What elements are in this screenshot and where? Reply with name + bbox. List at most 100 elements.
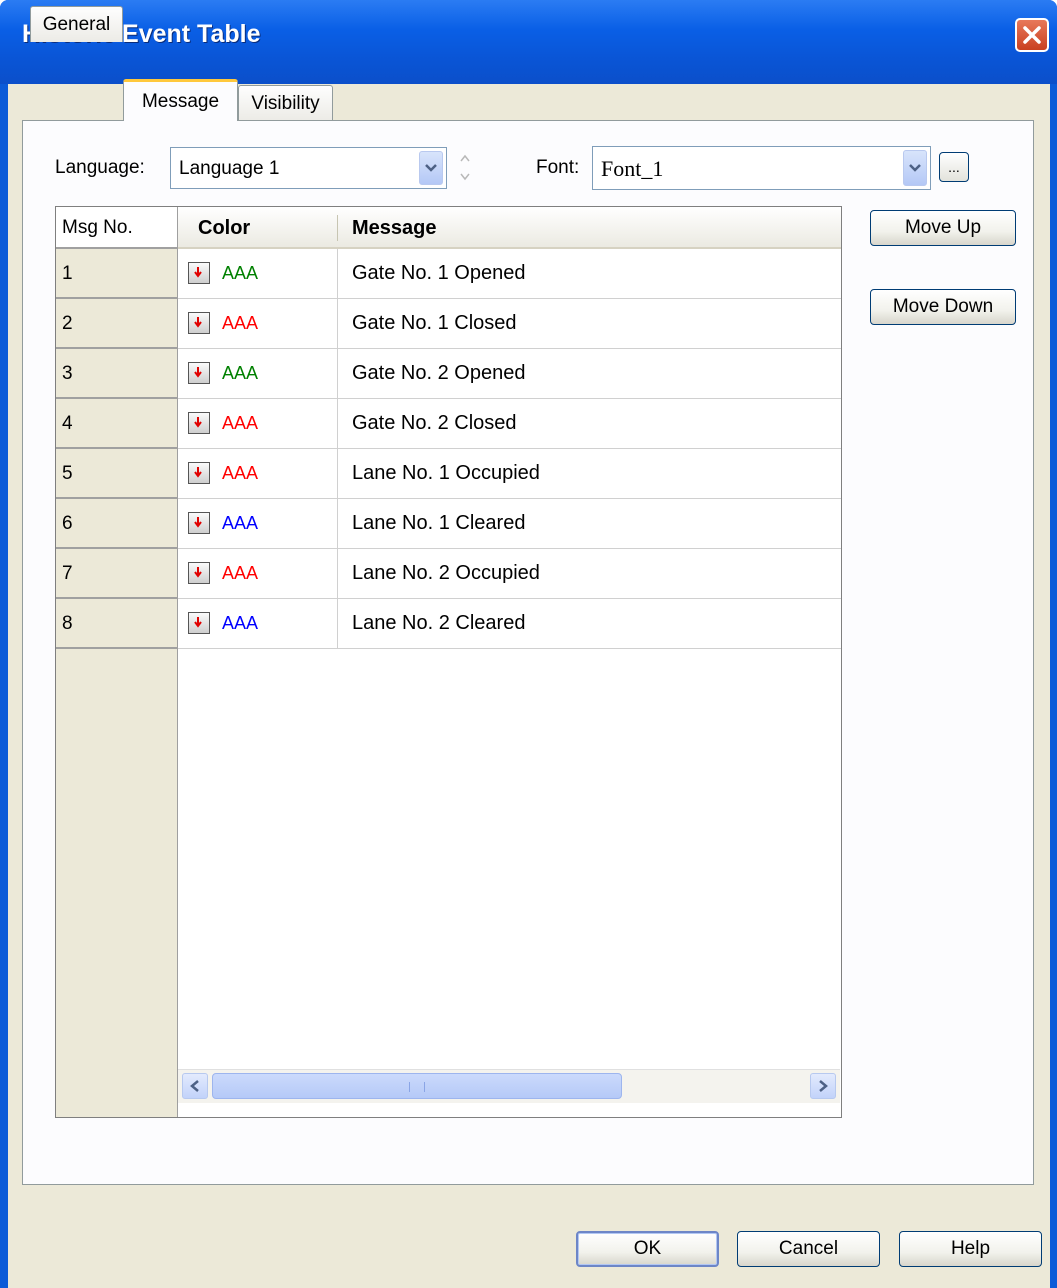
font-select-value: Font_1	[601, 156, 664, 181]
message-text: Lane No. 2 Cleared	[352, 612, 526, 634]
chevron-down-icon[interactable]	[903, 150, 927, 186]
scroll-right-icon[interactable]	[810, 1073, 836, 1099]
close-icon	[1023, 26, 1041, 44]
msg-no-text: 8	[62, 613, 73, 634]
tab-message[interactable]: Message	[123, 79, 238, 121]
color-sample-text: AAA	[222, 563, 259, 583]
color-picker-icon[interactable]	[188, 362, 210, 384]
msg-no-text: 4	[62, 413, 73, 434]
message-text: Gate No. 2 Opened	[352, 362, 526, 384]
color-picker-icon[interactable]	[188, 412, 210, 434]
color-cell[interactable]: AAA	[178, 549, 338, 599]
color-cell[interactable]: AAA	[178, 299, 338, 349]
msg-no-text: 2	[62, 313, 73, 334]
msg-no-cell[interactable]: 1	[56, 249, 177, 299]
msg-no-cell[interactable]: 8	[56, 599, 177, 649]
spin-up-icon[interactable]	[453, 148, 477, 167]
msg-no-text: 3	[62, 363, 73, 384]
message-cell[interactable]: Gate No. 2 Opened	[338, 349, 841, 399]
table-row[interactable]: 7 AAA Lane No. 2 Occupied	[56, 549, 841, 599]
language-select[interactable]: Language 1	[170, 147, 447, 189]
msg-no-text: 5	[62, 463, 73, 484]
message-cell[interactable]: Gate No. 2 Closed	[338, 399, 841, 449]
msg-no-text: 1	[62, 263, 73, 284]
message-text: Lane No. 1 Cleared	[352, 512, 526, 534]
move-down-button[interactable]: Move Down	[870, 289, 1016, 325]
tab-general-label: General	[42, 13, 111, 35]
table-row[interactable]: 6 AAA Lane No. 1 Cleared	[56, 499, 841, 549]
language-label: Language:	[55, 157, 145, 178]
color-sample-text: AAA	[222, 313, 259, 333]
color-picker-icon[interactable]	[188, 612, 210, 634]
close-button[interactable]	[1015, 18, 1049, 52]
message-cell[interactable]: Lane No. 1 Occupied	[338, 449, 841, 499]
color-sample-text: AAA	[222, 463, 259, 483]
message-text: Gate No. 1 Closed	[352, 312, 517, 334]
msg-no-cell[interactable]: 6	[56, 499, 177, 549]
msg-no-text: 7	[62, 563, 73, 584]
tab-visibility-label: Visibility	[251, 92, 320, 114]
scroll-left-icon[interactable]	[182, 1073, 208, 1099]
color-sample-text: AAA	[222, 363, 259, 383]
color-picker-icon[interactable]	[188, 562, 210, 584]
color-sample-text: AAA	[222, 613, 259, 633]
message-text: Gate No. 2 Closed	[352, 412, 517, 434]
color-cell[interactable]: AAA	[178, 399, 338, 449]
font-browse-button[interactable]: ...	[939, 152, 969, 182]
color-cell[interactable]: AAA	[178, 449, 338, 499]
language-spinner[interactable]	[453, 148, 479, 188]
color-cell[interactable]: AAA	[178, 249, 338, 299]
column-header-msg-no[interactable]: Msg No.	[56, 207, 177, 249]
scrollbar-thumb[interactable]	[212, 1073, 622, 1099]
font-label: Font:	[536, 157, 580, 178]
column-header-message-label: Message	[352, 217, 437, 239]
table-row[interactable]: 4 AAA Gate No. 2 Closed	[56, 399, 841, 449]
message-cell[interactable]: Lane No. 1 Cleared	[338, 499, 841, 549]
tab-general[interactable]: General	[30, 6, 123, 42]
help-button[interactable]: Help	[899, 1231, 1042, 1267]
column-header-color[interactable]: Color	[178, 207, 338, 249]
color-picker-icon[interactable]	[188, 312, 210, 334]
cancel-button[interactable]: Cancel	[737, 1231, 880, 1267]
table-row[interactable]: 2 AAA Gate No. 1 Closed	[56, 299, 841, 349]
tab-message-label: Message	[141, 90, 220, 112]
spin-down-icon[interactable]	[453, 167, 477, 186]
color-picker-icon[interactable]	[188, 512, 210, 534]
message-cell[interactable]: Gate No. 1 Closed	[338, 299, 841, 349]
move-up-button[interactable]: Move Up	[870, 210, 1016, 246]
msg-no-cell[interactable]: 7	[56, 549, 177, 599]
horizontal-scrollbar[interactable]	[178, 1069, 840, 1103]
color-sample-text: AAA	[222, 513, 259, 533]
tab-visibility[interactable]: Visibility	[238, 85, 333, 121]
font-select[interactable]: Font_1	[592, 146, 931, 190]
ok-button[interactable]: OK	[576, 1231, 719, 1267]
table-row[interactable]: 8 AAA Lane No. 2 Cleared	[56, 599, 841, 649]
msg-no-cell[interactable]: 5	[56, 449, 177, 499]
language-select-value: Language 1	[179, 158, 280, 179]
chevron-down-icon[interactable]	[419, 151, 443, 185]
message-cell[interactable]: Lane No. 2 Occupied	[338, 549, 841, 599]
message-text: Lane No. 1 Occupied	[352, 462, 540, 484]
msg-no-cell[interactable]: 4	[56, 399, 177, 449]
msg-no-cell[interactable]: 3	[56, 349, 177, 399]
color-sample-text: AAA	[222, 263, 259, 283]
message-cell[interactable]: Lane No. 2 Cleared	[338, 599, 841, 649]
title-bar[interactable]: Historic Event Table	[0, 0, 1057, 84]
table-row[interactable]: 1 AAA Gate No. 1 Opened	[56, 249, 841, 299]
table-row[interactable]: 5 AAA Lane No. 1 Occupied	[56, 449, 841, 499]
color-sample-text: AAA	[222, 413, 259, 433]
color-cell[interactable]: AAA	[178, 349, 338, 399]
column-header-msg-no-label: Msg No.	[62, 217, 133, 238]
color-cell[interactable]: AAA	[178, 499, 338, 549]
column-header-color-label: Color	[198, 217, 251, 239]
column-header-message[interactable]: Message	[338, 207, 841, 249]
message-table: Msg No. Color Message 1 AAA Gate No. 1 Ope…	[55, 206, 842, 1118]
table-row[interactable]: 3 AAA Gate No. 2 Opened	[56, 349, 841, 399]
message-cell[interactable]: Gate No. 1 Opened	[338, 249, 841, 299]
color-cell[interactable]: AAA	[178, 599, 338, 649]
message-text: Lane No. 2 Occupied	[352, 562, 540, 584]
color-picker-icon[interactable]	[188, 462, 210, 484]
msg-no-cell[interactable]: 2	[56, 299, 177, 349]
color-picker-icon[interactable]	[188, 262, 210, 284]
msg-no-text: 6	[62, 513, 73, 534]
